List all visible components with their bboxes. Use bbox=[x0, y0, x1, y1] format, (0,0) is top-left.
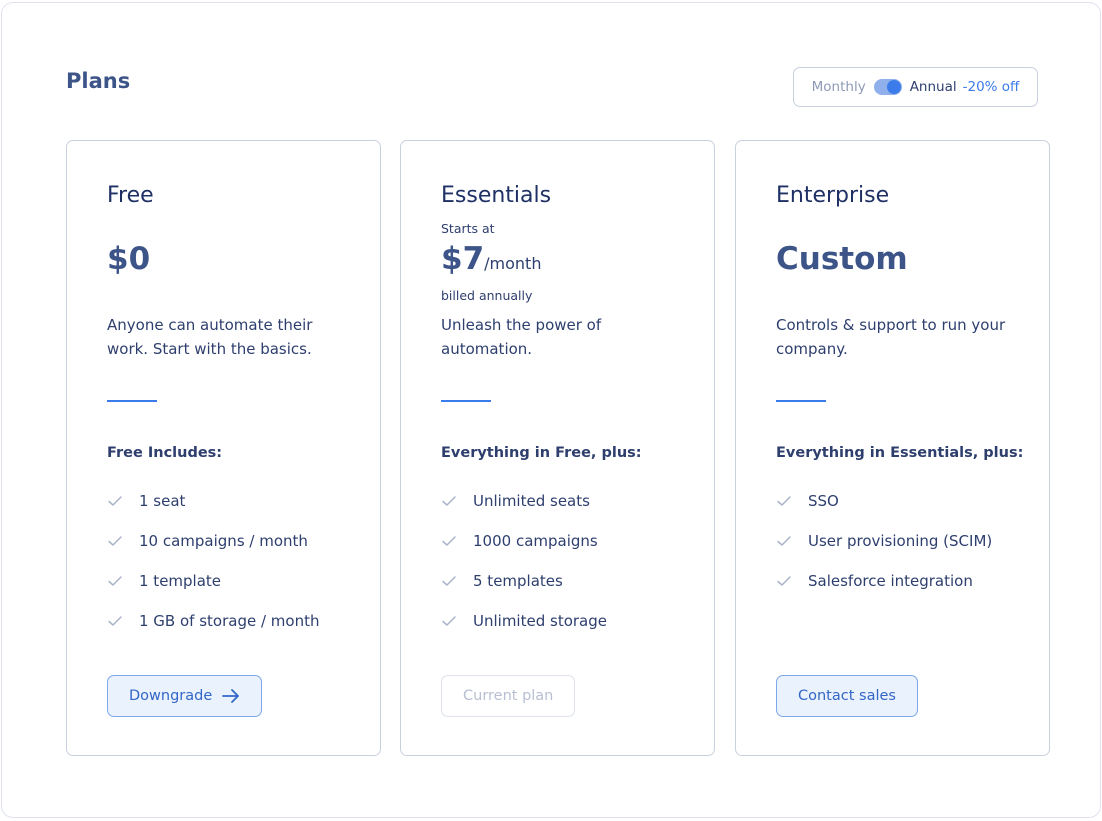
plan-price: $0 bbox=[107, 241, 150, 277]
divider bbox=[107, 400, 157, 402]
feature-label: Unlimited seats bbox=[473, 492, 590, 510]
feature-label: 1000 campaigns bbox=[473, 532, 598, 550]
feature-label: SSO bbox=[808, 492, 839, 510]
plan-description: Anyone can automate their work. Start wi… bbox=[107, 316, 313, 358]
arrow-right-icon bbox=[222, 689, 240, 703]
plan-name: Free bbox=[107, 183, 154, 208]
feature-item: Unlimited seats bbox=[441, 481, 607, 521]
plans-panel: Plans Monthly Annual -20% off Free $0 An… bbox=[1, 2, 1101, 818]
price-prefix: Starts at bbox=[441, 221, 495, 236]
feature-item: 1000 campaigns bbox=[441, 521, 607, 561]
price-amount: $0 bbox=[107, 241, 151, 277]
feature-list: Unlimited seats 1000 campaigns 5 templat… bbox=[441, 481, 607, 641]
plan-card-essentials: Essentials Starts at $7/month billed ann… bbox=[400, 140, 715, 756]
check-icon bbox=[442, 536, 456, 546]
annual-discount-badge: -20% off bbox=[962, 79, 1020, 95]
feature-label: 1 seat bbox=[139, 492, 186, 510]
plan-name: Enterprise bbox=[776, 183, 890, 208]
billing-note: billed annually bbox=[441, 288, 533, 303]
feature-item: User provisioning (SCIM) bbox=[776, 521, 992, 561]
check-icon bbox=[442, 576, 456, 586]
price-amount: $7 bbox=[441, 241, 485, 277]
feature-item: 1 seat bbox=[107, 481, 319, 521]
check-icon bbox=[108, 616, 122, 626]
feature-label: 5 templates bbox=[473, 572, 563, 590]
check-icon bbox=[777, 496, 791, 506]
feature-item: Salesforce integration bbox=[776, 561, 992, 601]
feature-label: 10 campaigns / month bbox=[139, 532, 308, 550]
button-label: Downgrade bbox=[129, 688, 213, 704]
contact-sales-button[interactable]: Contact sales bbox=[776, 675, 918, 717]
annual-option[interactable]: Annual bbox=[910, 79, 957, 95]
feature-label: User provisioning (SCIM) bbox=[808, 532, 993, 550]
includes-heading: Free Includes: bbox=[107, 445, 223, 461]
feature-list: 1 seat 10 campaigns / month 1 template 1… bbox=[107, 481, 319, 641]
feature-item: 10 campaigns / month bbox=[107, 521, 319, 561]
check-icon bbox=[777, 576, 791, 586]
feature-item: SSO bbox=[776, 481, 992, 521]
page-title: Plans bbox=[66, 69, 131, 93]
plan-card-free: Free $0 Anyone can automate their work. … bbox=[66, 140, 381, 756]
check-icon bbox=[777, 536, 791, 546]
feature-label: Unlimited storage bbox=[473, 612, 607, 630]
divider bbox=[441, 400, 491, 402]
divider bbox=[776, 400, 826, 402]
feature-item: 1 GB of storage / month bbox=[107, 601, 319, 641]
plan-card-enterprise: Enterprise Custom Controls & support to … bbox=[735, 140, 1050, 756]
button-label: Contact sales bbox=[798, 688, 896, 704]
feature-label: Salesforce integration bbox=[808, 572, 973, 590]
switch-knob bbox=[886, 80, 901, 94]
price-amount: Custom bbox=[776, 241, 908, 277]
plan-price: $7/month bbox=[441, 241, 541, 277]
monthly-option[interactable]: Monthly bbox=[812, 79, 866, 95]
feature-label: 1 GB of storage / month bbox=[139, 612, 320, 630]
includes-heading: Everything in Free, plus: bbox=[441, 445, 642, 461]
plan-price: Custom bbox=[776, 241, 908, 277]
feature-item: Unlimited storage bbox=[441, 601, 607, 641]
current-plan-button[interactable]: Current plan bbox=[441, 675, 576, 717]
downgrade-button[interactable]: Downgrade bbox=[107, 675, 263, 717]
check-icon bbox=[442, 496, 456, 506]
check-icon bbox=[108, 496, 122, 506]
button-label: Current plan bbox=[463, 688, 554, 704]
feature-item: 5 templates bbox=[441, 561, 607, 601]
check-icon bbox=[108, 576, 122, 586]
plan-description: Unleash the power of automation. bbox=[441, 316, 602, 358]
price-unit: /month bbox=[484, 254, 542, 273]
plan-name: Essentials bbox=[441, 183, 552, 208]
billing-period-toggle[interactable]: Monthly Annual -20% off bbox=[793, 67, 1038, 107]
billing-switch[interactable] bbox=[873, 79, 902, 95]
feature-list: SSO User provisioning (SCIM) Salesforce … bbox=[776, 481, 992, 601]
check-icon bbox=[442, 616, 456, 626]
check-icon bbox=[108, 536, 122, 546]
includes-heading: Everything in Essentials, plus: bbox=[776, 445, 1024, 461]
plan-description: Controls & support to run your company. bbox=[776, 316, 1006, 358]
feature-label: 1 template bbox=[139, 572, 222, 590]
feature-item: 1 template bbox=[107, 561, 319, 601]
